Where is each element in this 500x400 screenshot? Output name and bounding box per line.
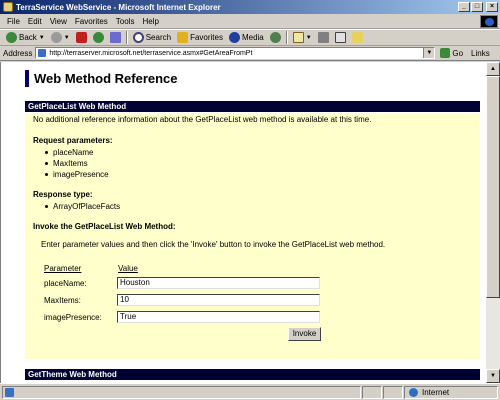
- scroll-down-arrow-icon[interactable]: ▼: [486, 369, 500, 383]
- discuss-button[interactable]: [349, 30, 366, 45]
- history-icon: [269, 32, 281, 43]
- invoke-heading: Invoke the GetPlaceList Web Method:: [33, 222, 176, 231]
- response-type-list: ArrayOfPlaceFacts: [43, 201, 120, 212]
- address-label: Address: [3, 48, 33, 58]
- back-arrow-icon: [6, 32, 17, 43]
- print-button[interactable]: [315, 30, 332, 45]
- windows-logo-icon: [480, 15, 498, 28]
- stop-icon: [75, 32, 87, 43]
- mail-button[interactable]: ▼: [290, 30, 315, 45]
- invoke-instructions: Enter parameter values and then click th…: [41, 240, 386, 249]
- print-icon: [317, 32, 329, 43]
- menu-tools[interactable]: Tools: [112, 17, 139, 26]
- toolbar-separator: [285, 31, 288, 44]
- home-button[interactable]: [107, 30, 124, 45]
- response-type-label: Response type:: [33, 190, 93, 199]
- media-icon: [228, 32, 240, 43]
- back-button[interactable]: Back ▼: [3, 30, 48, 45]
- method-note: No additional reference information abou…: [33, 115, 372, 124]
- status-text: [2, 385, 361, 399]
- next-method-title: GetTheme Web Method: [25, 369, 480, 380]
- imagepresence-input[interactable]: True: [117, 311, 320, 323]
- request-parameters-label: Request parameters:: [33, 136, 113, 145]
- scroll-thumb[interactable]: [486, 76, 500, 298]
- list-item: imagePresence: [43, 169, 109, 180]
- go-label: Go: [452, 48, 464, 58]
- address-bar: Address http://terraserver.microsoft.net…: [0, 46, 500, 61]
- chevron-down-icon[interactable]: ▼: [423, 48, 435, 58]
- list-item: MaxItems: [43, 158, 109, 169]
- page-done-icon: [5, 387, 14, 397]
- maxitems-label: MaxItems:: [44, 296, 81, 305]
- vertical-scrollbar[interactable]: ▲ ▼: [486, 62, 500, 383]
- scroll-up-arrow-icon[interactable]: ▲: [486, 62, 500, 76]
- back-label: Back: [19, 33, 37, 42]
- globe-icon: [409, 387, 418, 397]
- placename-label: placeName:: [44, 279, 87, 288]
- media-label: Media: [241, 33, 264, 42]
- security-zone: Internet: [404, 385, 498, 399]
- value-column-header: Value: [118, 264, 138, 273]
- placename-input[interactable]: Houston: [117, 277, 320, 289]
- invoke-button[interactable]: Invoke: [288, 327, 321, 341]
- status-bar: Internet: [0, 383, 500, 400]
- edit-icon: [334, 32, 346, 43]
- toolbar-separator: [125, 31, 128, 44]
- media-button[interactable]: Media: [226, 30, 267, 45]
- mail-icon: [292, 32, 304, 43]
- search-icon: [132, 32, 144, 43]
- maxitems-input[interactable]: 10: [117, 294, 320, 306]
- address-input[interactable]: http://terraserver.microsoft.net/terrase…: [35, 47, 436, 59]
- ie-page-icon: [3, 2, 13, 12]
- menu-file[interactable]: File: [3, 17, 24, 26]
- request-parameters-list: placeName MaxItems imagePresence: [43, 147, 109, 180]
- list-item: placeName: [43, 147, 109, 158]
- forward-arrow-icon: [50, 32, 62, 43]
- search-label: Search: [145, 33, 172, 42]
- address-url: http://terraserver.microsoft.net/terrase…: [49, 49, 253, 57]
- imagepresence-label: imagePresence:: [44, 313, 102, 322]
- method-title: GetPlaceList Web Method: [25, 101, 480, 112]
- home-icon: [109, 32, 121, 43]
- favorites-button[interactable]: Favorites: [174, 30, 226, 45]
- minimize-button[interactable]: _: [458, 2, 470, 12]
- menu-bar: File Edit View Favorites Tools Help: [0, 14, 500, 29]
- search-button[interactable]: Search: [130, 30, 174, 45]
- go-arrow-icon: [440, 48, 451, 58]
- edit-button[interactable]: [332, 30, 349, 45]
- favorites-icon: [177, 32, 189, 43]
- title-bar: TerraService WebService - Microsoft Inte…: [0, 0, 500, 14]
- menu-help[interactable]: Help: [138, 17, 162, 26]
- chevron-down-icon[interactable]: ▼: [39, 35, 45, 41]
- refresh-icon: [92, 32, 104, 43]
- parameter-column-header: Parameter: [44, 264, 82, 273]
- status-segment: [362, 385, 382, 399]
- discuss-icon: [351, 32, 363, 43]
- chevron-down-icon[interactable]: ▼: [306, 35, 312, 41]
- go-button[interactable]: Go: [440, 48, 463, 58]
- refresh-button[interactable]: [90, 30, 107, 45]
- page-icon: [38, 49, 47, 57]
- menu-favorites[interactable]: Favorites: [71, 17, 112, 26]
- menu-edit[interactable]: Edit: [24, 17, 46, 26]
- chevron-down-icon[interactable]: ▼: [64, 35, 70, 41]
- links-button[interactable]: Links: [471, 49, 490, 58]
- status-segment: [383, 385, 403, 399]
- zone-label: Internet: [422, 387, 450, 397]
- toolbar: Back ▼ ▼ Search Favorites Media ▼: [0, 29, 500, 46]
- window-title: TerraService WebService - Microsoft Inte…: [16, 2, 221, 12]
- favorites-label: Favorites: [190, 33, 223, 42]
- menu-view[interactable]: View: [46, 17, 71, 26]
- forward-button[interactable]: ▼: [48, 30, 73, 45]
- history-button[interactable]: [267, 30, 284, 45]
- list-item: ArrayOfPlaceFacts: [43, 201, 120, 212]
- maximize-button[interactable]: □: [471, 2, 483, 12]
- stop-button[interactable]: [73, 30, 90, 45]
- page-title: Web Method Reference: [25, 70, 480, 87]
- close-button[interactable]: ×: [486, 2, 498, 12]
